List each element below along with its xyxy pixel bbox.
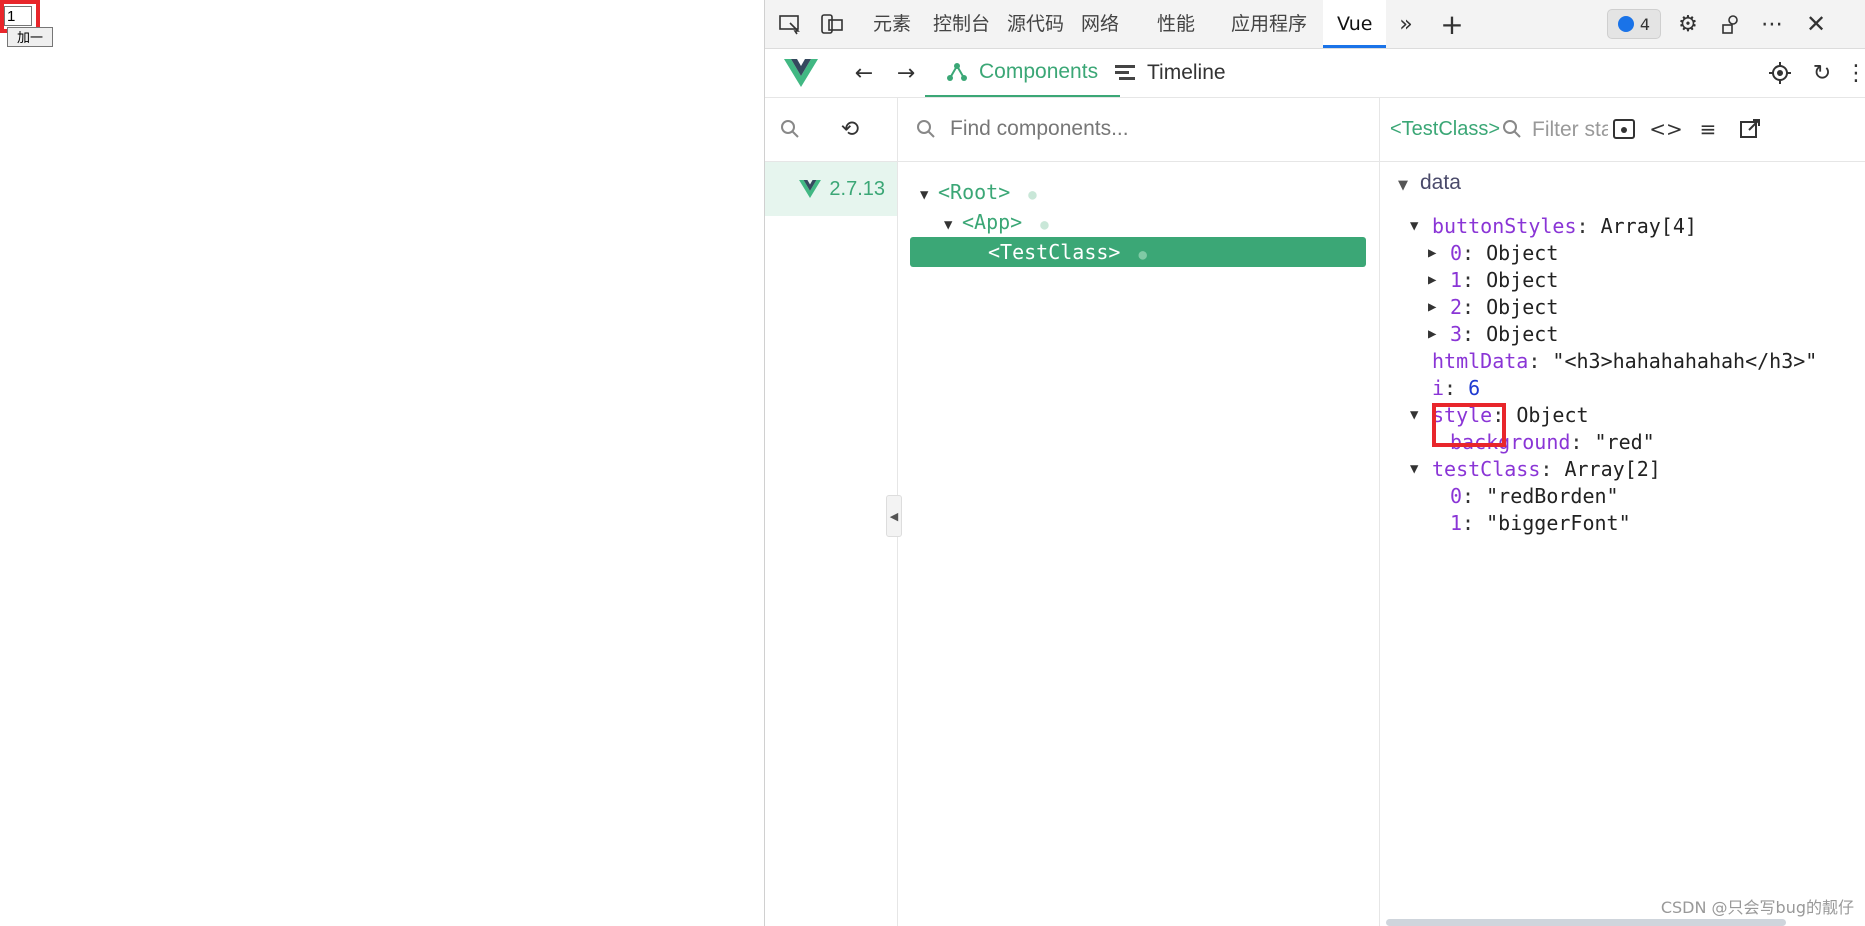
find-components-input[interactable] — [948, 116, 1352, 142]
inspected-component-name: <TestClass> — [1390, 118, 1501, 140]
component-inspector: <TestClass> <> ≡ ▼ data ▼ buttonStyles: … — [1380, 97, 1865, 926]
prop-buttonstyles-2[interactable]: ▶ 2: Object — [1428, 292, 1558, 322]
prop-buttonstyles[interactable]: ▼ buttonStyles: Array[4] — [1410, 211, 1697, 241]
tree-node-testclass-selected[interactable]: <TestClass> ● — [910, 237, 1366, 267]
tab-sources[interactable]: 源代码 — [1007, 0, 1064, 48]
tab-timeline-label: Timeline — [1147, 61, 1226, 84]
prop-buttonstyles-0[interactable]: ▶ 0: Object — [1428, 238, 1558, 268]
search-icon[interactable] — [775, 115, 805, 143]
inspector-header: <TestClass> <> ≡ — [1380, 97, 1865, 162]
vue-app-entry[interactable]: 2.7.13 — [765, 162, 897, 216]
prop-htmldata[interactable]: htmlData: "<h3>hahahahahah</h3>" — [1432, 346, 1817, 376]
scroll-to-component-icon[interactable] — [1610, 115, 1638, 143]
more-options-icon[interactable]: ⋯ — [1757, 10, 1787, 38]
device-emulation-icon[interactable] — [817, 10, 847, 38]
find-search-icon — [917, 120, 935, 138]
component-tree-column: ◀ ▼<Root>● ▼<App>● <TestClass>● — [886, 97, 1380, 926]
forward-arrow-icon[interactable]: → — [891, 59, 921, 87]
expand-arrow-icon[interactable]: ▼ — [1410, 454, 1418, 484]
expand-arrow-icon[interactable]: ▼ — [1410, 211, 1418, 241]
filter-state-input[interactable] — [1530, 117, 1610, 143]
data-collapse-icon[interactable]: ▼ — [1398, 178, 1408, 193]
prop-i[interactable]: i: 6 — [1432, 373, 1480, 403]
inspect-element-icon[interactable] — [775, 10, 805, 38]
vue-toolbar: ← → Components Timeline ↻ ⋮ — [765, 49, 1865, 98]
expand-arrow-icon[interactable]: ▶ — [1428, 292, 1436, 322]
kebab-menu-icon[interactable]: ⋮ — [1845, 59, 1865, 87]
target-select-icon[interactable] — [1765, 59, 1795, 87]
devtools-panel: 元素 控制台 源代码 网络 性能 应用程序 Vue » + 4 ⚙ ⋯ ✕ ← … — [764, 0, 1865, 926]
inspect-dom-icon[interactable]: <> — [1649, 115, 1683, 143]
expand-arrow-icon[interactable]: ▶ — [1428, 238, 1436, 268]
app-selector-column: ⟲ 2.7.13 — [765, 97, 898, 926]
sync-icon[interactable]: ⟲ — [835, 115, 865, 143]
timeline-icon — [1115, 65, 1135, 80]
back-arrow-icon[interactable]: ← — [849, 59, 879, 87]
components-icon — [947, 63, 967, 81]
vue-logo-icon — [783, 59, 819, 87]
filter-search-icon — [1498, 115, 1526, 143]
tab-components[interactable]: Components — [925, 49, 1121, 97]
tab-vue[interactable]: Vue — [1323, 0, 1387, 48]
watermark: CSDN @只会写bug的靓仔 — [1660, 898, 1854, 917]
prop-buttonstyles-1[interactable]: ▶ 1: Object — [1428, 265, 1558, 295]
gear-icon[interactable]: ⚙ — [1673, 10, 1703, 38]
tab-timeline[interactable]: Timeline — [1093, 49, 1248, 97]
tree-node-app[interactable]: ▼ <App> ● — [944, 207, 1049, 237]
devtools-toolbar: 元素 控制台 源代码 网络 性能 应用程序 Vue » + 4 ⚙ ⋯ ✕ — [765, 0, 1865, 49]
prop-testclass-0[interactable]: 0: "redBorden" — [1450, 481, 1619, 511]
message-icon — [1617, 16, 1634, 32]
add-tab-icon[interactable]: + — [1437, 8, 1467, 41]
horizontal-scrollbar[interactable] — [1386, 919, 1786, 926]
tree-node-testclass: <TestClass> ● — [988, 240, 1147, 264]
tab-network[interactable]: 网络 — [1081, 0, 1119, 48]
prop-testclass-1[interactable]: 1: "biggerFont" — [1450, 508, 1631, 538]
expand-arrow-icon[interactable]: ▼ — [920, 180, 938, 210]
expand-arrow-icon[interactable]: ▼ — [944, 210, 962, 240]
vue-version-logo-icon — [799, 180, 822, 198]
customize-icon[interactable] — [1717, 10, 1747, 38]
tab-console[interactable]: 控制台 — [933, 0, 990, 48]
app-selector-tools: ⟲ — [765, 97, 897, 162]
expand-arrow-icon[interactable]: ▼ — [1410, 400, 1418, 430]
issues-count: 4 — [1639, 14, 1651, 34]
tab-components-label: Components — [979, 60, 1099, 83]
add-one-button[interactable]: 加一 — [7, 27, 53, 47]
state-tree: ▼ data ▼ buttonStyles: Array[4] ▶ 0: Obj… — [1380, 161, 1865, 926]
expand-arrow-icon[interactable]: ▶ — [1428, 265, 1436, 295]
i-highlight-box — [1432, 403, 1506, 447]
close-icon[interactable]: ✕ — [1801, 10, 1831, 38]
web-page: 加一 — [0, 0, 764, 926]
tab-performance[interactable]: 性能 — [1157, 0, 1195, 48]
prop-testclass[interactable]: ▼ testClass: Array[2] — [1410, 454, 1661, 484]
collapse-handle-icon[interactable]: ◀ — [886, 495, 902, 537]
vue-version: 2.7.13 — [829, 177, 885, 200]
tree-node-root[interactable]: ▼ <Root> ● — [920, 177, 1037, 207]
tab-application[interactable]: 应用程序 — [1231, 0, 1307, 48]
more-tabs-icon[interactable]: » — [1391, 10, 1421, 38]
render-code-icon[interactable]: ≡ — [1694, 115, 1722, 143]
prop-buttonstyles-3[interactable]: ▶ 3: Object — [1428, 319, 1558, 349]
expand-arrow-icon[interactable]: ▶ — [1428, 319, 1436, 349]
data-section-label: data — [1420, 171, 1461, 194]
refresh-icon[interactable]: ↻ — [1807, 59, 1837, 87]
tab-elements[interactable]: 元素 — [873, 0, 911, 48]
issues-badge[interactable]: 4 — [1607, 9, 1661, 39]
open-in-editor-icon[interactable] — [1736, 115, 1764, 143]
find-components-bar — [898, 97, 1379, 162]
